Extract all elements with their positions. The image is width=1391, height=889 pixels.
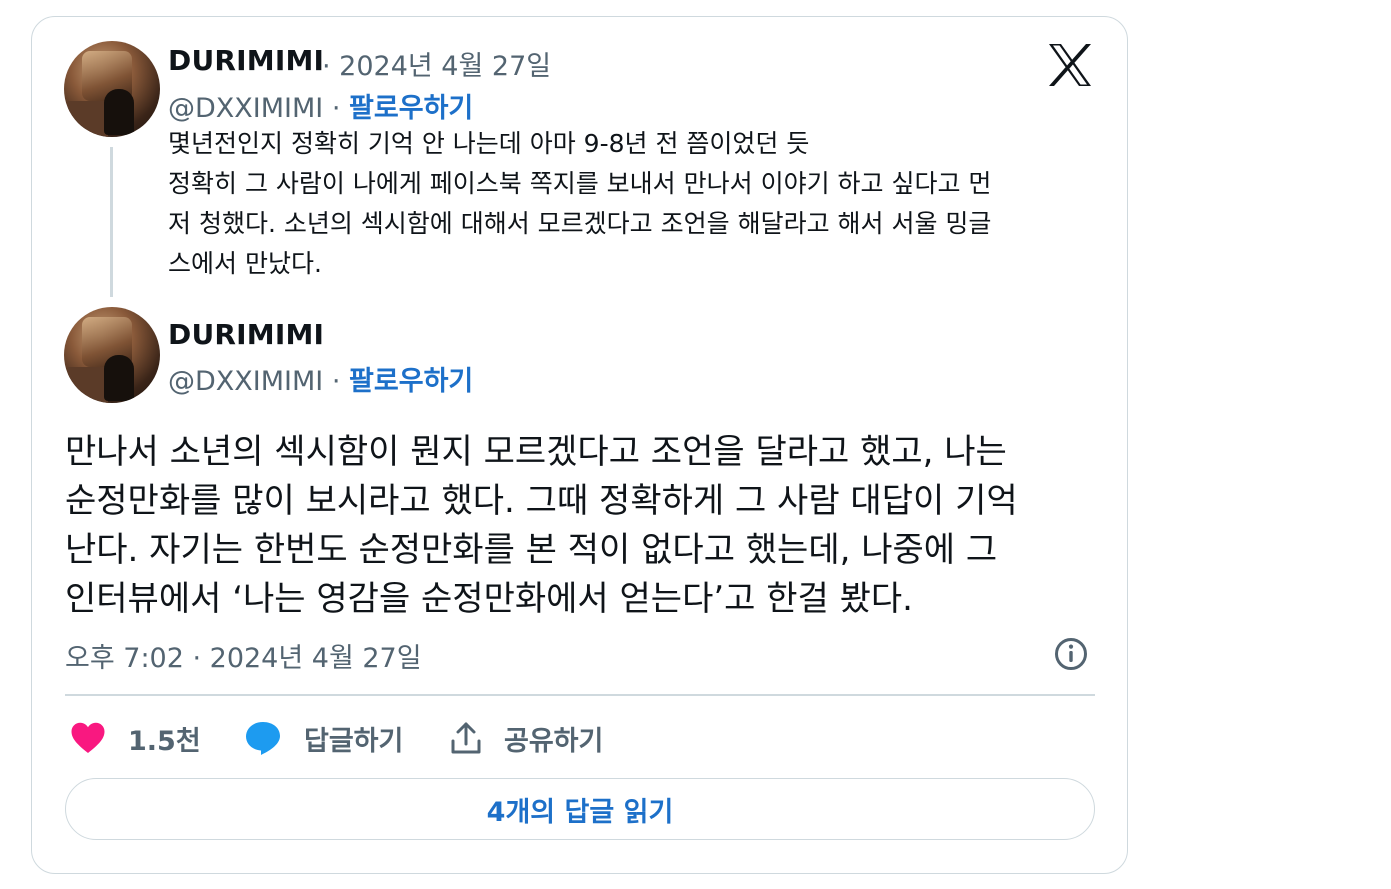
author-name[interactable]: DURIMIMI xyxy=(168,318,324,351)
tweet-text-line: 순정만화를 많이 보시라고 했다. 그때 정확하게 그 사람 대답이 기억 xyxy=(65,481,1018,521)
tweet-text-line: 저 청했다. 소년의 섹시함에 대해서 모르겠다고 조언을 해달라고 해서 서울… xyxy=(168,209,992,238)
author-name[interactable]: DURIMIMI xyxy=(168,44,324,77)
speech-bubble-icon xyxy=(246,722,280,755)
tweet-text-line: 만나서 소년의 섹시함이 뭔지 모르겠다고 조언을 달라고 했고, 나는 xyxy=(65,432,1007,472)
like-count: 1.5천 xyxy=(128,725,201,757)
reply-button[interactable]: 답글하기 xyxy=(244,716,403,760)
share-button[interactable]: 공유하기 xyxy=(450,716,603,760)
follow-button[interactable]: 팔로우하기 xyxy=(349,366,473,397)
author-handle[interactable]: @DXXIMIMI xyxy=(168,93,323,124)
divider xyxy=(65,694,1095,696)
share-label: 공유하기 xyxy=(504,725,604,757)
tweet-text-line: 난다. 자기는 한번도 순정만화를 본 적이 없다고 했는데, 나중에 그 xyxy=(65,530,998,570)
read-replies-button[interactable]: 4개의 답글 읽기 xyxy=(65,778,1095,840)
like-button[interactable]: 1.5천 xyxy=(70,716,201,760)
tweet-text-line: 정확히 그 사람이 나에게 페이스북 쪽지를 보내서 만나서 이야기 하고 싶다… xyxy=(168,169,992,198)
x-logo-icon[interactable] xyxy=(1046,42,1094,88)
tweet-text-line: 스에서 만났다. xyxy=(168,249,322,278)
info-icon[interactable] xyxy=(1054,637,1088,671)
tweet-text: 만나서 소년의 섹시함이 뭔지 모르겠다고 조언을 달라고 했고, 나는 순정만… xyxy=(65,428,1105,624)
tweet-text-line: 몇년전인지 정확히 기억 안 나는데 아마 9-8년 전 쯤이었던 듯 xyxy=(168,129,810,158)
tweet-timestamp[interactable]: 오후 7:02 · 2024년 4월 27일 xyxy=(65,636,422,675)
post-date[interactable]: · 2024년 4월 27일 xyxy=(322,44,551,83)
follow-button[interactable]: 팔로우하기 xyxy=(349,93,473,124)
read-replies-label: 4개의 답글 읽기 xyxy=(486,796,674,828)
quoted-tweet-text: 몇년전인지 정확히 기억 안 나는데 아마 9-8년 전 쯤이었던 듯 정확히 … xyxy=(168,124,1098,284)
author-handle[interactable]: @DXXIMIMI xyxy=(168,366,323,397)
reply-label: 답글하기 xyxy=(304,725,404,757)
tweet-text-line: 인터뷰에서 ‘나는 영감을 순정만화에서 얻는다’고 한걸 봤다. xyxy=(65,579,913,619)
separator-dot: · xyxy=(331,366,341,397)
avatar[interactable] xyxy=(64,41,160,137)
share-upload-icon xyxy=(451,722,481,754)
avatar[interactable] xyxy=(64,307,160,403)
thread-connector-line xyxy=(110,147,113,297)
heart-icon xyxy=(71,722,105,753)
separator-dot: · xyxy=(331,93,341,124)
